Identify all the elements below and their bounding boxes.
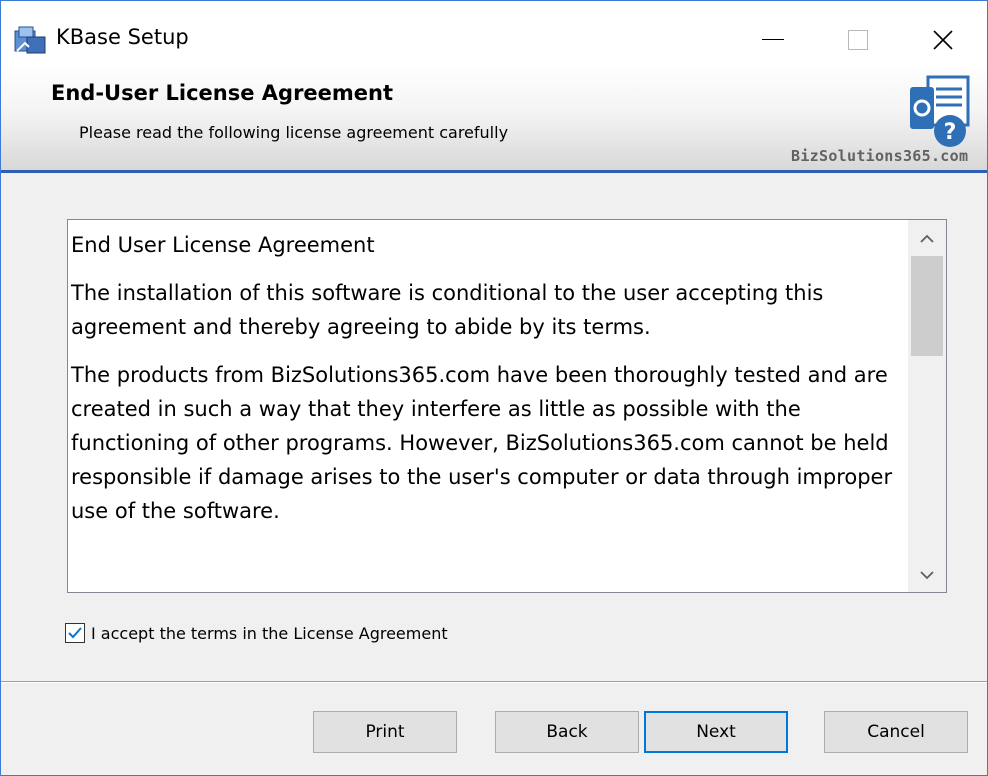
chevron-up-icon [920, 234, 934, 243]
scroll-up-button[interactable] [908, 222, 946, 256]
next-button[interactable]: Next [644, 711, 788, 753]
print-button[interactable]: Print [313, 711, 457, 753]
page-subtitle: Please read the following license agreem… [79, 123, 509, 142]
minimize-icon [762, 39, 784, 40]
page-header: End-User License Agreement Please read t… [1, 63, 987, 173]
license-paragraph: The products from BizSolutions365.com ha… [71, 363, 893, 523]
svg-text:?: ? [944, 120, 957, 145]
cancel-button[interactable]: Cancel [824, 711, 968, 753]
maximize-icon [848, 29, 868, 50]
back-button[interactable]: Back [495, 711, 639, 753]
accept-terms-checkbox[interactable] [65, 623, 85, 643]
close-icon [933, 29, 953, 50]
checkmark-icon [68, 627, 82, 639]
license-paragraph: End User License Agreement [71, 233, 375, 257]
license-paragraph: The installation of this software is con… [71, 281, 824, 339]
license-text: End User License Agreement The installat… [68, 220, 908, 592]
installer-icon [14, 26, 46, 54]
accept-terms-row[interactable]: I accept the terms in the License Agreem… [65, 623, 448, 643]
setup-window: KBase Setup End-User License Agreement P… [0, 0, 988, 776]
window-title: KBase Setup [56, 25, 189, 49]
scrollbar-thumb[interactable] [911, 256, 943, 356]
chevron-down-icon [920, 571, 934, 580]
vertical-scrollbar[interactable] [908, 220, 946, 592]
accept-terms-label[interactable]: I accept the terms in the License Agreem… [91, 624, 448, 643]
brand-logo-text: BizSolutions365.com [791, 147, 969, 165]
help-document-logo-icon: ? [910, 75, 970, 147]
footer-divider-highlight [1, 682, 987, 683]
scroll-down-button[interactable] [908, 558, 946, 592]
license-text-box[interactable]: End User License Agreement The installat… [67, 219, 947, 593]
page-title: End-User License Agreement [51, 81, 394, 105]
